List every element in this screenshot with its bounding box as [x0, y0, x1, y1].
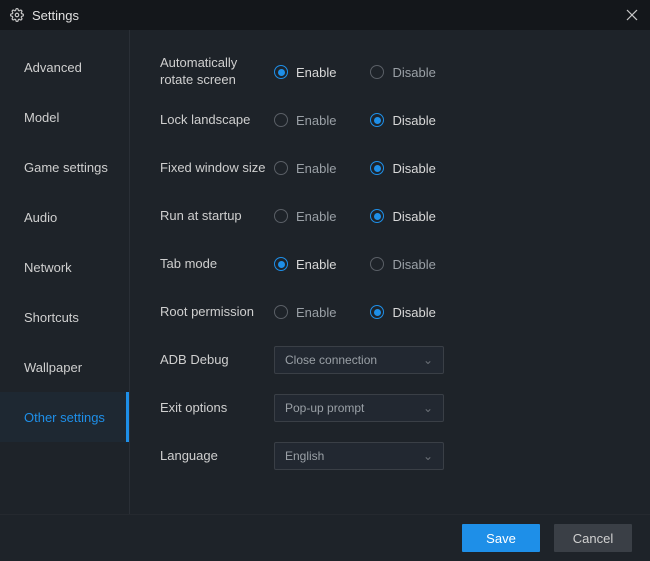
setting-lock: Lock landscape Enable Disable	[160, 96, 620, 144]
setting-startup: Run at startup Enable Disable	[160, 192, 620, 240]
select-value: Close connection	[285, 353, 377, 367]
setting-label: Language	[160, 448, 270, 465]
radio-label: Disable	[392, 209, 435, 224]
chevron-down-icon: ⌄	[423, 449, 433, 463]
radio-group-lock: Enable Disable	[274, 113, 436, 128]
radio-disable[interactable]: Disable	[370, 65, 435, 80]
sidebar-item-shortcuts[interactable]: Shortcuts	[0, 292, 129, 342]
setting-language: Language English ⌄	[160, 432, 620, 480]
radio-label: Enable	[296, 161, 336, 176]
sidebar-item-label: Audio	[24, 210, 57, 225]
window-title: Settings	[32, 8, 79, 23]
sidebar-item-audio[interactable]: Audio	[0, 192, 129, 242]
radio-label: Disable	[392, 161, 435, 176]
chevron-down-icon: ⌄	[423, 353, 433, 367]
radio-group-startup: Enable Disable	[274, 209, 436, 224]
radio-enable[interactable]: Enable	[274, 209, 336, 224]
radio-label: Enable	[296, 257, 336, 272]
sidebar-item-network[interactable]: Network	[0, 242, 129, 292]
sidebar-item-other-settings[interactable]: Other settings	[0, 392, 129, 442]
select-value: English	[285, 449, 324, 463]
radio-circle-icon	[370, 209, 384, 223]
radio-disable[interactable]: Disable	[370, 209, 435, 224]
radio-enable[interactable]: Enable	[274, 257, 336, 272]
radio-group-tab: Enable Disable	[274, 257, 436, 272]
sidebar-item-label: Game settings	[24, 160, 108, 175]
setting-adb: ADB Debug Close connection ⌄	[160, 336, 620, 384]
radio-circle-icon	[274, 257, 288, 271]
sidebar-item-game-settings[interactable]: Game settings	[0, 142, 129, 192]
save-button[interactable]: Save	[462, 524, 540, 552]
setting-label: Root permission	[160, 304, 270, 321]
radio-label: Disable	[392, 65, 435, 80]
setting-fixed: Fixed window size Enable Disable	[160, 144, 620, 192]
radio-label: Enable	[296, 305, 336, 320]
radio-group-rotate: Enable Disable	[274, 65, 436, 80]
setting-exit: Exit options Pop-up prompt ⌄	[160, 384, 620, 432]
setting-label: Lock landscape	[160, 112, 270, 129]
radio-circle-icon	[274, 305, 288, 319]
setting-label: Fixed window size	[160, 160, 270, 177]
radio-enable[interactable]: Enable	[274, 65, 336, 80]
radio-disable[interactable]: Disable	[370, 113, 435, 128]
sidebar-item-label: Wallpaper	[24, 360, 82, 375]
radio-circle-icon	[370, 257, 384, 271]
radio-enable[interactable]: Enable	[274, 305, 336, 320]
radio-circle-icon	[274, 161, 288, 175]
setting-root: Root permission Enable Disable	[160, 288, 620, 336]
sidebar-item-label: Shortcuts	[24, 310, 79, 325]
radio-circle-icon	[370, 113, 384, 127]
radio-disable[interactable]: Disable	[370, 305, 435, 320]
radio-label: Enable	[296, 209, 336, 224]
gear-icon	[10, 8, 24, 22]
setting-label: Run at startup	[160, 208, 270, 225]
sidebar-item-label: Advanced	[24, 60, 82, 75]
setting-rotate: Automatically rotate screen Enable Disab…	[160, 48, 620, 96]
setting-label: Tab mode	[160, 256, 270, 273]
radio-circle-icon	[274, 209, 288, 223]
setting-label: ADB Debug	[160, 352, 270, 369]
radio-circle-icon	[274, 113, 288, 127]
radio-label: Disable	[392, 113, 435, 128]
radio-label: Disable	[392, 257, 435, 272]
radio-disable[interactable]: Disable	[370, 257, 435, 272]
chevron-down-icon: ⌄	[423, 401, 433, 415]
radio-enable[interactable]: Enable	[274, 161, 336, 176]
radio-group-fixed: Enable Disable	[274, 161, 436, 176]
radio-circle-icon	[370, 305, 384, 319]
select-value: Pop-up prompt	[285, 401, 364, 415]
radio-enable[interactable]: Enable	[274, 113, 336, 128]
radio-circle-icon	[274, 65, 288, 79]
setting-label: Automatically rotate screen	[160, 55, 270, 89]
adb-select[interactable]: Close connection ⌄	[274, 346, 444, 374]
radio-circle-icon	[370, 65, 384, 79]
sidebar-item-wallpaper[interactable]: Wallpaper	[0, 342, 129, 392]
content-panel: Automatically rotate screen Enable Disab…	[130, 30, 650, 514]
cancel-button[interactable]: Cancel	[554, 524, 632, 552]
titlebar: Settings	[0, 0, 650, 30]
radio-group-root: Enable Disable	[274, 305, 436, 320]
sidebar-item-advanced[interactable]: Advanced	[0, 42, 129, 92]
radio-label: Disable	[392, 305, 435, 320]
sidebar-item-label: Model	[24, 110, 59, 125]
footer: Save Cancel	[0, 514, 650, 561]
sidebar: Advanced Model Game settings Audio Netwo…	[0, 30, 130, 514]
close-icon[interactable]	[624, 7, 640, 23]
setting-tab: Tab mode Enable Disable	[160, 240, 620, 288]
sidebar-item-model[interactable]: Model	[0, 92, 129, 142]
exit-select[interactable]: Pop-up prompt ⌄	[274, 394, 444, 422]
sidebar-item-label: Other settings	[24, 410, 105, 425]
setting-label: Exit options	[160, 400, 270, 417]
language-select[interactable]: English ⌄	[274, 442, 444, 470]
sidebar-item-label: Network	[24, 260, 72, 275]
radio-circle-icon	[370, 161, 384, 175]
radio-label: Enable	[296, 65, 336, 80]
radio-label: Enable	[296, 113, 336, 128]
radio-disable[interactable]: Disable	[370, 161, 435, 176]
